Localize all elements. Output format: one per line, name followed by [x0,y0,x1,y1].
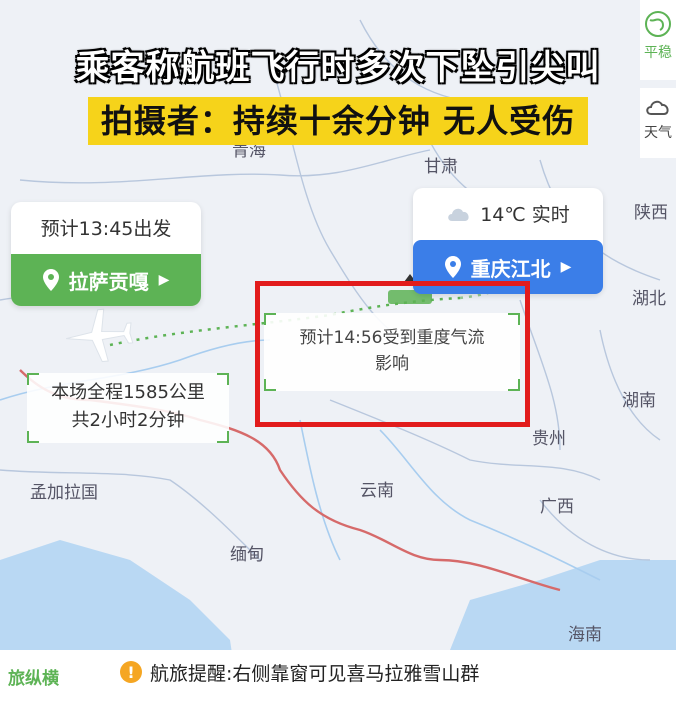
chevron-right-icon: ▶ [158,272,170,288]
departure-time: 预计13:45出发 [40,218,172,240]
alert-icon: ! [120,661,142,683]
cloud-weather-icon [448,208,469,221]
map-label-yunnan: 云南 [360,481,394,501]
departure-airport-button[interactable]: 拉萨贡嘎 ▶ [11,254,201,306]
route-info-box: 本场全程1585公里 共2小时2分钟 [27,373,229,443]
highlight-frame [255,281,530,427]
arrival-airport-name: 重庆江北 [470,256,551,281]
map-label-hubei: 湖北 [632,289,666,309]
route-distance: 本场全程1585公里 [51,382,205,403]
arrival-card[interactable]: 14℃ 实时 重庆江北 ▶ [413,188,603,294]
departure-airport-name: 拉萨贡嘎 [68,269,149,294]
map-label-gansu: 甘肃 [424,157,458,177]
map-label-hunan: 湖南 [622,391,656,411]
globe-icon [645,11,671,37]
arrival-weather: 14℃ 实时 [413,200,603,227]
headline-line2-wrapper: 拍摄者：持续十余分钟 无人受伤 [0,96,676,142]
departure-card[interactable]: 预计13:45出发 拉萨贡嘎 ▶ [11,202,201,306]
travel-reminder-text: 航旅提醒:右侧靠窗可见喜马拉雅雪山群 [150,662,480,685]
headline-line2: 拍摄者：持续十余分钟 无人受伤 [90,100,586,142]
brand-logo: 旅纵横 [8,669,59,689]
map-label-myanmar: 缅甸 [230,545,264,565]
location-pin-icon [42,269,59,291]
map-label-guizhou: 贵州 [532,429,566,449]
route-duration: 共2小时2分钟 [71,410,185,431]
chevron-right-icon: ▶ [560,259,572,275]
map-label-guangxi: 广西 [540,497,574,517]
map-label-hainan: 海南 [568,625,602,645]
map-label-shanxi: 陕西 [634,203,668,223]
headline-line1: 乘客称航班飞行时多次下坠引尖叫 [75,48,601,88]
arrival-weather-text: 14℃ 实时 [480,204,570,226]
location-pin-icon [444,256,461,278]
map-label-bangladesh: 孟加拉国 [30,483,98,503]
travel-reminder[interactable]: ! 航旅提醒:右侧靠窗可见喜马拉雅雪山群 [120,658,479,686]
